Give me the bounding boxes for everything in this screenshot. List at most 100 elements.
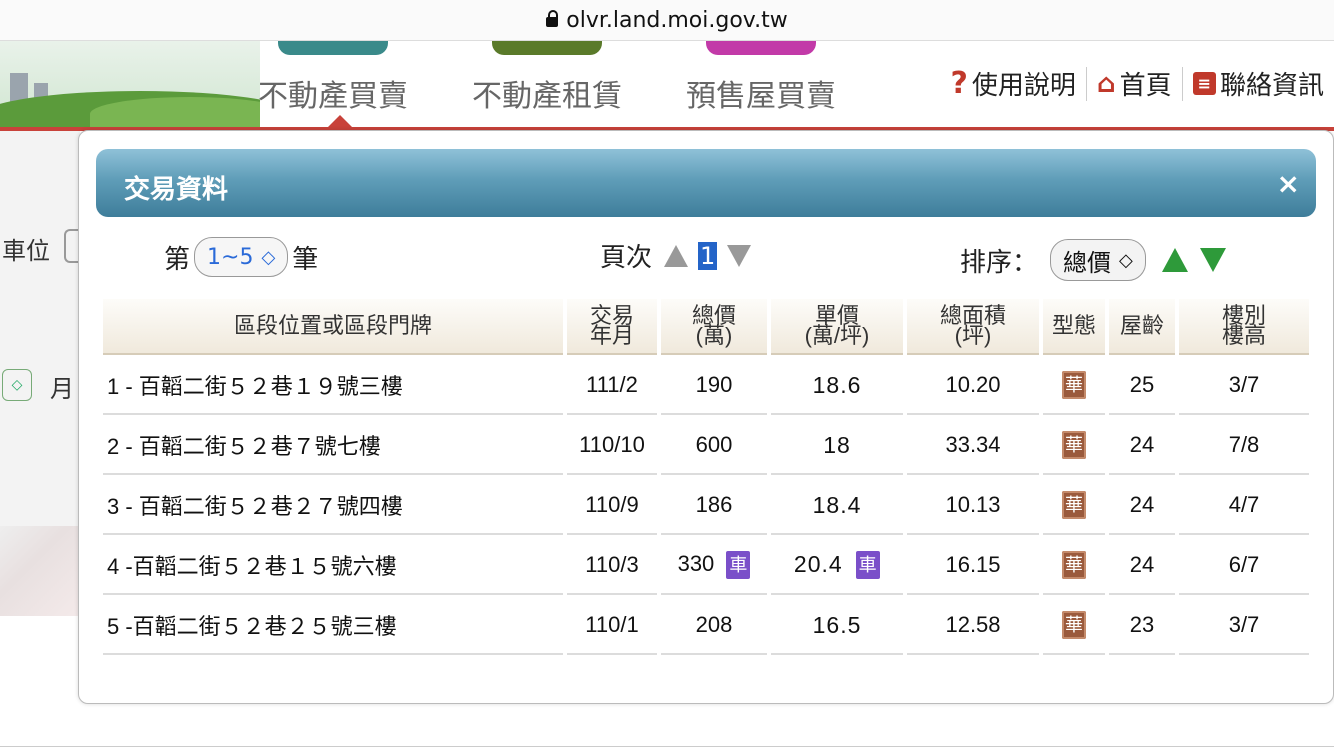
records-suffix: 筆 [292, 244, 319, 275]
cell-type: 華 [1043, 477, 1105, 533]
url-text: olvr.land.moi.gov.tw [566, 7, 788, 33]
page-number-input[interactable]: 1 [698, 241, 718, 270]
parking-label: 車位 [2, 237, 50, 265]
building-type-badge: 華 [1062, 491, 1086, 520]
cell-address: 2 - 百韜二街５２巷７號七樓 [103, 417, 563, 473]
cell-date: 110/3 [567, 537, 657, 593]
cell-area: 10.13 [907, 477, 1039, 533]
month-stepper[interactable]: ◇ [2, 369, 32, 401]
cell-area: 10.20 [907, 357, 1039, 413]
chevron-updown-icon: ◇ [1119, 249, 1133, 271]
cell-age: 24 [1109, 417, 1175, 473]
table-row[interactable]: 3 - 百韜二街５２巷２７號四樓 110/9 186 18.4 10.13 華 24 4/7 [103, 477, 1309, 533]
cell-total-price: 190 [661, 357, 767, 413]
lock-icon [546, 10, 559, 27]
table-row[interactable]: 1 - 百韜二街５２巷１９號三樓 111/2 190 18.6 10.20 華 25 3/7 [103, 357, 1309, 413]
header-scenery-image [0, 41, 260, 131]
cell-date: 110/9 [567, 477, 657, 533]
cell-date: 111/2 [567, 357, 657, 413]
col-address: 區段位置或區段門牌 [103, 299, 563, 353]
col-total-price: 總價 (萬) [661, 299, 767, 353]
transaction-dialog: 交易資料 × 第 1~5 ◇ 筆 頁次 1 排序： 總價 ◇ 區段位置或區段門牌… [78, 130, 1334, 704]
site-header: 不動產買賣 不動產租賃 預售屋買賣 ? 使用說明 ⌂ 首頁 ≡ 聯絡資訊 [0, 41, 1334, 131]
cell-floor: 4/7 [1179, 477, 1309, 533]
map-background [0, 526, 80, 616]
cell-area: 12.58 [907, 597, 1039, 653]
cell-age: 25 [1109, 357, 1175, 413]
col-age: 屋齡 [1109, 299, 1175, 353]
cell-unit-price: 18.6 [771, 357, 903, 413]
cell-unit-price: 18 [771, 417, 903, 473]
dialog-controls: 第 1~5 ◇ 筆 頁次 1 排序： 總價 ◇ [96, 231, 1316, 291]
cell-age: 24 [1109, 537, 1175, 593]
cell-total-price: 600 [661, 417, 767, 473]
chevron-updown-icon: ◇ [261, 246, 276, 268]
col-floor: 樓別 樓高 [1179, 299, 1309, 353]
cell-type: 華 [1043, 597, 1105, 653]
contact-link[interactable]: 聯絡資訊 [1220, 65, 1324, 102]
cell-unit-price: 16.5 [771, 597, 903, 653]
tab-presale-sale[interactable]: 預售屋買賣 [686, 41, 836, 115]
transaction-table: 區段位置或區段門牌 交易 年月 總價 (萬) 單價 (萬/坪) 總面積 (坪) 型態 屋… [99, 295, 1313, 657]
building-type-badge: 華 [1062, 431, 1086, 460]
records-prefix: 第 [164, 244, 191, 275]
top-links: ? 使用說明 ⌂ 首頁 ≡ 聯絡資訊 [951, 65, 1324, 102]
parking-badge: 車 [856, 551, 881, 580]
cell-total-price: 186 [661, 477, 767, 533]
contact-icon: ≡ [1192, 72, 1216, 95]
cell-type: 華 [1043, 357, 1105, 413]
tab-real-estate-rental[interactable]: 不動產租賃 [472, 41, 622, 115]
table-row[interactable]: 4 -百韜二街５２巷１５號六樓 110/3 330 車 20.4 車 16.15 華 24 6… [103, 537, 1309, 593]
cell-address: 5 -百韜二街５２巷２５號三樓 [103, 597, 563, 653]
cell-date: 110/1 [567, 597, 657, 653]
building-type-badge: 華 [1062, 611, 1086, 640]
cell-address: 4 -百韜二街５２巷１５號六樓 [103, 537, 563, 593]
cell-type: 華 [1043, 417, 1105, 473]
cell-address: 3 - 百韜二街５２巷２７號四樓 [103, 477, 563, 533]
cell-floor: 7/8 [1179, 417, 1309, 473]
cell-area: 33.34 [907, 417, 1039, 473]
close-icon[interactable]: × [1277, 167, 1300, 200]
page-next-icon[interactable] [727, 244, 752, 267]
cell-area: 16.15 [907, 537, 1039, 593]
help-icon: ? [950, 66, 968, 101]
sort-label: 排序： [960, 247, 1039, 278]
background-filter-panel: 車位 ◇ 月 [0, 131, 80, 616]
cell-age: 24 [1109, 477, 1175, 533]
help-link[interactable]: 使用說明 [972, 65, 1076, 102]
cell-unit-price: 18.4 [771, 477, 903, 533]
home-link[interactable]: 首頁 [1120, 65, 1172, 102]
cell-age: 23 [1109, 597, 1175, 653]
sort-select[interactable]: 總價 ◇ [1050, 239, 1146, 281]
table-row[interactable]: 5 -百韜二街５２巷２５號三樓 110/1 208 16.5 12.58 華 23 3/7 [103, 597, 1309, 653]
tab-real-estate-sale[interactable]: 不動產買賣 [258, 41, 408, 115]
cell-address: 1 - 百韜二街５２巷１９號三樓 [103, 357, 563, 413]
cell-total-price: 330 車 [661, 537, 767, 593]
cell-total-price: 208 [661, 597, 767, 653]
col-type: 型態 [1043, 299, 1105, 353]
cell-floor: 3/7 [1179, 357, 1309, 413]
dialog-title: 交易資料 [124, 175, 229, 205]
sort-ascending-icon[interactable] [1161, 248, 1188, 272]
page-label: 頁次 [600, 243, 653, 273]
month-label: 月 [50, 375, 74, 403]
building-type-badge: 華 [1062, 371, 1086, 400]
cell-unit-price: 20.4 車 [771, 537, 903, 593]
building-type-badge: 華 [1062, 551, 1086, 580]
sort-descending-icon[interactable] [1199, 248, 1226, 272]
dialog-title-bar: 交易資料 × [96, 149, 1316, 217]
cell-floor: 3/7 [1179, 597, 1309, 653]
table-header-row: 區段位置或區段門牌 交易 年月 總價 (萬) 單價 (萬/坪) 總面積 (坪) 型態 屋… [103, 299, 1309, 353]
cell-floor: 6/7 [1179, 537, 1309, 593]
cell-date: 110/10 [567, 417, 657, 473]
url-bar[interactable]: olvr.land.moi.gov.tw [0, 0, 1334, 41]
col-unit-price: 單價 (萬/坪) [771, 299, 903, 353]
col-area: 總面積 (坪) [907, 299, 1039, 353]
records-range-select[interactable]: 1~5 ◇ [194, 237, 289, 277]
col-date: 交易 年月 [567, 299, 657, 353]
parking-badge: 車 [726, 551, 751, 580]
cell-type: 華 [1043, 537, 1105, 593]
table-row[interactable]: 2 - 百韜二街５２巷７號七樓 110/10 600 18 33.34 華 24 7/8 [103, 417, 1309, 473]
home-icon: ⌂ [1096, 68, 1116, 99]
page-prev-icon[interactable] [664, 244, 689, 267]
